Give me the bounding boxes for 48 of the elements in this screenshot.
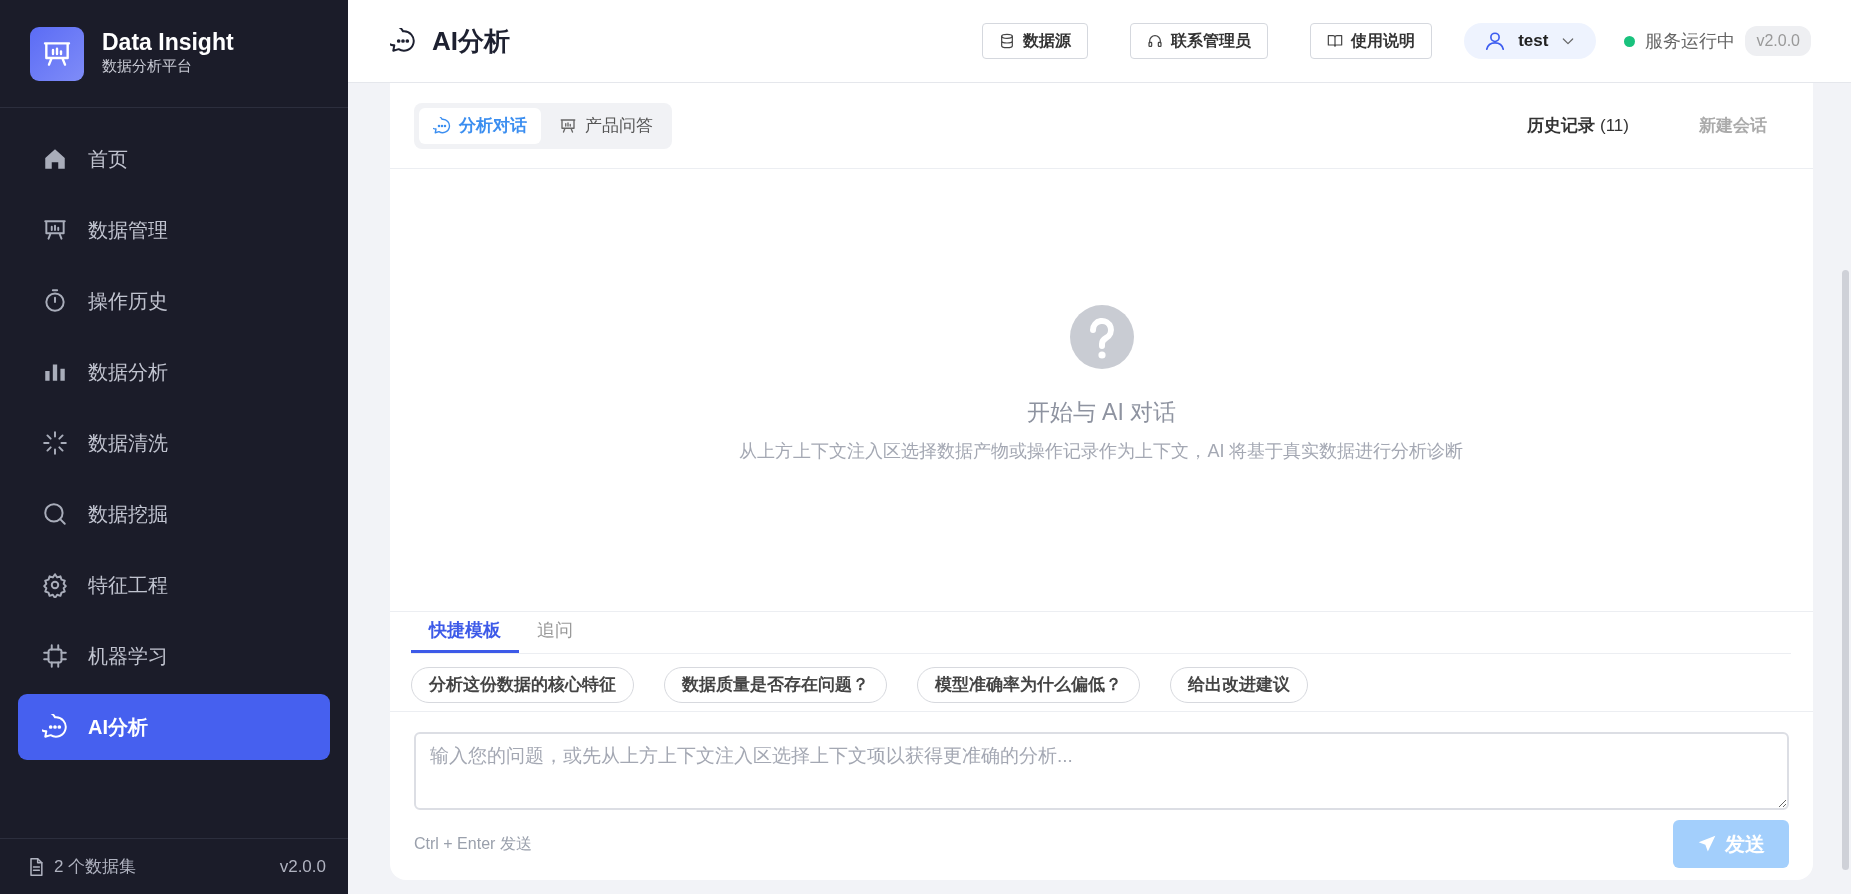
user-menu[interactable]: test [1464,23,1597,59]
empty-title: 开始与 AI 对话 [1026,398,1177,428]
shortcut-hint: Ctrl + Enter 发送 [414,834,532,854]
page-title: AI分析 [432,24,510,58]
sidebar-item[interactable]: 数据分析 [18,339,330,405]
template-chip[interactable]: 模型准确率为什么偏低？ [917,667,1140,703]
presentation-board-icon [42,217,68,243]
sparkle-icon [42,430,68,456]
tab[interactable]: 快捷模板 [411,617,519,653]
question-input[interactable]: 输入您的问题，或先从上方上下文注入区选择上下文项以获得更准确的分析... [414,732,1789,810]
sidebar-item[interactable]: 机器学习 [18,623,330,689]
chat-bubble-icon [42,714,68,740]
header-button[interactable]: 使用说明 [1310,23,1433,59]
template-chip[interactable]: 数据质量是否存在问题？ [664,667,887,703]
sidebar-item[interactable]: 数据挖掘 [18,481,330,547]
empty-subtitle: 从上方上下文注入区选择数据产物或操作记录作为上下文，AI 将基于真实数据进行分析诊断 [739,439,1464,463]
header-button[interactable]: 联系管理员 [1130,23,1269,59]
headset-icon [1147,33,1164,49]
template-chip[interactable]: 分析这份数据的核心特征 [411,667,634,703]
header-button[interactable]: 数据源 [982,23,1089,59]
book-icon [1327,33,1344,49]
chip-icon [42,643,68,669]
chat-bubble-icon [390,28,416,54]
sidebar-item[interactable]: 操作历史 [18,268,330,334]
presentation-board-icon [559,116,577,135]
scrollbar-thumb[interactable] [1842,270,1849,870]
status-text: 服务运行中 [1645,29,1736,53]
version-label: v2.0.0 [279,855,326,878]
dataset-count: 2 个数据集 [54,855,137,878]
settings-icon [42,572,68,598]
brand-name: Data Insight [102,29,234,55]
user-icon [1484,30,1507,52]
sidebar-item[interactable]: 特征工程 [18,552,330,618]
search-icon [42,501,68,527]
database-icon [999,33,1016,49]
history-link[interactable]: 历史记录 (11) [1527,112,1629,139]
template-chip[interactable]: 给出改进建议 [1170,667,1308,703]
sidebar-item[interactable]: AI分析 [18,694,330,760]
sidebar-item[interactable]: 数据管理 [18,197,330,263]
version-badge: v2.0.0 [1745,26,1811,56]
tab[interactable]: 产品问答 [545,107,667,144]
sidebar-item[interactable]: 首页 [18,126,330,192]
chat-bubble-icon [433,116,451,135]
stopwatch-icon [42,288,68,314]
brand-subtitle: 数据分析平台 [102,55,193,76]
sidebar-item[interactable]: 数据清洗 [18,410,330,476]
question-icon [1069,305,1134,370]
paper-plane-icon [1697,834,1717,854]
